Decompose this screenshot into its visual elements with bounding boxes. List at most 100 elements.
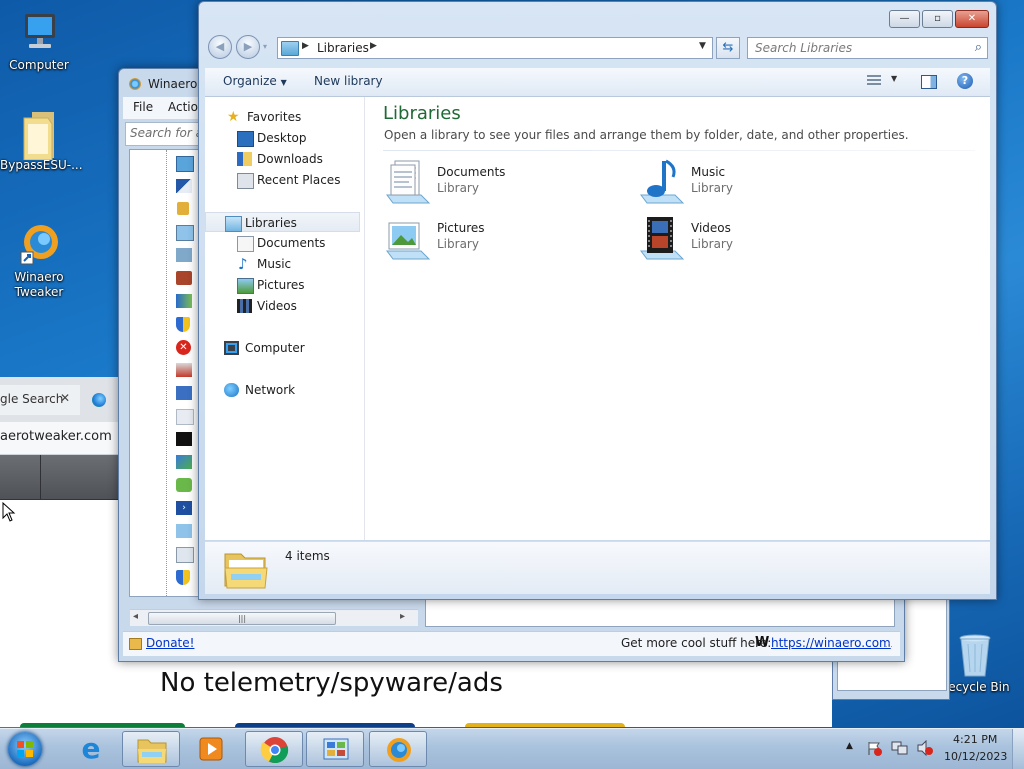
address-bar[interactable]: ▶ Libraries ▶ ▼ bbox=[277, 37, 713, 59]
start-button[interactable] bbox=[4, 730, 44, 768]
tree-item-icon[interactable] bbox=[176, 386, 192, 400]
console-icon[interactable] bbox=[176, 432, 192, 446]
tree-item-icon[interactable] bbox=[176, 547, 194, 563]
nav-label: Desktop bbox=[257, 131, 307, 145]
recent-pages-chevron-icon[interactable]: ▾ bbox=[263, 42, 267, 51]
library-type: Library bbox=[437, 181, 479, 195]
library-music[interactable]: Music Library bbox=[637, 159, 877, 205]
window-title: Winaero bbox=[148, 77, 198, 91]
scroll-right-arrow-icon[interactable]: ▸ bbox=[400, 611, 405, 622]
taskbar-media-player[interactable] bbox=[182, 731, 240, 767]
library-type: Library bbox=[691, 237, 733, 251]
organize-button[interactable]: Organize ▼ bbox=[223, 74, 287, 88]
tree-item-icon[interactable] bbox=[176, 409, 194, 425]
tree-item-icon[interactable] bbox=[176, 524, 192, 538]
nav-label: Computer bbox=[245, 341, 305, 355]
nav-item-libraries[interactable]: Libraries bbox=[205, 212, 360, 232]
taskbar-control-panel[interactable] bbox=[306, 731, 364, 767]
nav-label: Documents bbox=[257, 236, 326, 250]
taskbar-internet-explorer[interactable]: e bbox=[62, 731, 120, 767]
change-view-icon[interactable] bbox=[867, 75, 881, 87]
tree-item-icon[interactable] bbox=[176, 478, 192, 492]
nav-label: Recent Places bbox=[257, 173, 341, 187]
maximize-button[interactable]: ▫ bbox=[922, 10, 953, 28]
page-title: Libraries bbox=[383, 103, 461, 124]
tree-horizontal-scrollbar[interactable]: ◂ ||| ▸ bbox=[130, 609, 418, 626]
library-documents[interactable]: Documents Library bbox=[383, 159, 623, 205]
lock-icon[interactable] bbox=[177, 202, 189, 215]
taskbar-chrome[interactable] bbox=[245, 731, 303, 767]
documents-icon bbox=[237, 236, 254, 252]
preview-pane-icon[interactable] bbox=[921, 75, 937, 89]
new-library-button[interactable]: New library bbox=[314, 74, 383, 88]
browser-tab[interactable]: gle Search ✕ bbox=[0, 385, 80, 415]
tree-item-icon[interactable] bbox=[176, 225, 194, 241]
powershell-icon[interactable]: › bbox=[176, 501, 192, 515]
minimize-button[interactable]: — bbox=[889, 10, 920, 28]
search-icon[interactable]: ⌕ bbox=[975, 38, 982, 58]
library-videos[interactable]: Videos Library bbox=[637, 215, 877, 261]
taskbar: e ▲ 4:21 PM 10/12/2023 bbox=[0, 728, 1024, 769]
taskbar-winaero-tweaker[interactable] bbox=[369, 731, 427, 767]
videos-library-icon bbox=[637, 215, 685, 261]
chrome-icon bbox=[260, 736, 290, 764]
browser-page-buttons bbox=[20, 723, 820, 727]
help-icon[interactable]: ? bbox=[957, 73, 973, 89]
action-center-flag-icon[interactable] bbox=[866, 740, 882, 756]
libraries-folder-icon bbox=[281, 41, 299, 56]
resize-grip-icon[interactable]: .:. bbox=[885, 640, 893, 649]
desktop-icon-bypassesu[interactable]: BypassESU-... bbox=[0, 110, 83, 173]
search-placeholder: Search for a bbox=[130, 126, 203, 140]
taskbar-file-explorer[interactable] bbox=[122, 731, 180, 767]
tree-item-icon[interactable] bbox=[176, 455, 192, 469]
tree-item-icon[interactable] bbox=[176, 248, 192, 262]
breadcrumb-separator-icon[interactable]: ▶ bbox=[302, 41, 309, 51]
breadcrumb-libraries[interactable]: Libraries bbox=[317, 41, 369, 55]
desktop-icon-computer[interactable]: Computer bbox=[1, 10, 77, 73]
address-dropdown-icon[interactable]: ▼ bbox=[699, 41, 706, 51]
browser-tab-label: gle Search bbox=[0, 392, 64, 406]
shield-icon[interactable] bbox=[176, 570, 190, 585]
menu-actions[interactable]: Actio bbox=[168, 100, 198, 114]
tree-item-icon[interactable] bbox=[176, 294, 192, 308]
command-bar: Organize ▼ New library ▼ ? bbox=[205, 68, 990, 97]
network-status-icon[interactable] bbox=[891, 740, 909, 759]
internet-explorer-icon: e bbox=[81, 732, 101, 765]
back-button[interactable]: ◀ bbox=[208, 35, 232, 59]
library-type: Library bbox=[691, 181, 733, 195]
donate-link[interactable]: Donate! bbox=[146, 636, 194, 650]
tree-item-icon[interactable] bbox=[176, 156, 194, 172]
close-icon[interactable]: ✕ bbox=[60, 391, 70, 405]
nav-label: Downloads bbox=[257, 152, 323, 166]
tree-item-icon[interactable] bbox=[176, 271, 192, 285]
search-libraries-input[interactable]: Search Libraries ⌕ bbox=[747, 37, 988, 59]
menu-file[interactable]: File bbox=[133, 100, 153, 114]
winaero-site-link[interactable]: https://winaero.com bbox=[771, 636, 891, 650]
show-desktop-button[interactable] bbox=[1012, 729, 1024, 769]
organize-label: Organize bbox=[223, 74, 277, 88]
shield-icon[interactable] bbox=[176, 317, 190, 332]
error-icon[interactable]: ✕ bbox=[176, 340, 191, 355]
content-pane: Libraries Open a library to see your fil… bbox=[365, 97, 990, 540]
tree-item-icon[interactable] bbox=[176, 363, 192, 377]
clock-date[interactable]: 10/12/2023 bbox=[944, 750, 1007, 763]
breadcrumb-separator-icon[interactable]: ▶ bbox=[370, 41, 377, 51]
refresh-button[interactable]: ⇆ bbox=[716, 37, 740, 59]
scroll-left-arrow-icon[interactable]: ◂ bbox=[133, 611, 138, 622]
star-icon: ★ bbox=[227, 109, 240, 125]
scroll-thumb[interactable]: ||| bbox=[148, 612, 336, 625]
tree-item-icon[interactable] bbox=[176, 179, 192, 193]
downloads-folder-icon bbox=[237, 152, 252, 166]
close-button[interactable]: ✕ bbox=[955, 10, 989, 28]
volume-muted-icon[interactable] bbox=[916, 739, 934, 759]
show-hidden-icons-icon[interactable]: ▲ bbox=[846, 741, 853, 751]
desktop-icon-winaero-tweaker[interactable]: Winaero Tweaker bbox=[1, 222, 77, 300]
winaero-tweaker-icon bbox=[15, 222, 63, 268]
recent-places-icon bbox=[237, 173, 254, 189]
view-options-chevron-icon[interactable]: ▼ bbox=[891, 74, 897, 83]
library-pictures[interactable]: Pictures Library bbox=[383, 215, 623, 261]
file-explorer-icon bbox=[137, 736, 167, 764]
pictures-library-icon bbox=[383, 215, 431, 261]
clock-time[interactable]: 4:21 PM bbox=[953, 733, 997, 746]
forward-button[interactable]: ▶ bbox=[236, 35, 260, 59]
